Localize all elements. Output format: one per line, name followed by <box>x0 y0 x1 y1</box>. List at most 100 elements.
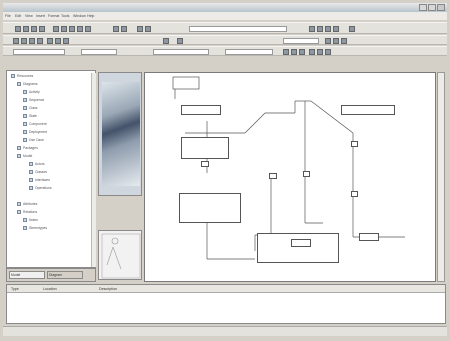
column-description[interactable]: Description <box>99 287 117 293</box>
print-icon[interactable] <box>39 26 45 32</box>
diagram-node[interactable] <box>359 233 379 241</box>
filter-icon[interactable] <box>137 26 143 32</box>
grid-icon[interactable] <box>177 38 183 44</box>
project-select[interactable] <box>13 49 65 55</box>
canvas-vertical-scrollbar[interactable] <box>437 72 445 282</box>
class-tool-icon[interactable] <box>21 38 27 44</box>
diagram-icon <box>23 106 27 110</box>
table-row[interactable] <box>9 305 445 312</box>
settings-icon[interactable] <box>349 26 355 32</box>
select-tool-icon[interactable] <box>13 38 19 44</box>
fill-icon[interactable] <box>317 49 323 55</box>
folder-icon <box>17 154 21 158</box>
diagram-node[interactable] <box>181 105 221 115</box>
zoom-select[interactable] <box>283 38 319 44</box>
tree-scrollbar[interactable] <box>91 73 96 267</box>
refresh-icon[interactable] <box>325 26 331 32</box>
relation-icon <box>23 218 27 222</box>
menu-format[interactable]: Format <box>48 14 59 18</box>
element-select[interactable] <box>225 49 273 55</box>
class-icon <box>29 178 33 182</box>
diagram-icon <box>23 130 27 134</box>
save-icon[interactable] <box>31 26 37 32</box>
menu-insert[interactable]: Insert <box>36 14 45 18</box>
minimize-icon[interactable] <box>419 4 427 11</box>
menu-bar: File Edit View Insert Format Tools Windo… <box>3 12 447 20</box>
zoom-100-icon[interactable] <box>341 38 347 44</box>
association-tool-icon[interactable] <box>29 38 35 44</box>
diagram-node[interactable] <box>257 233 339 263</box>
tab-diagram[interactable]: Diagram <box>47 271 83 279</box>
new-icon[interactable] <box>15 26 21 32</box>
folder-icon <box>11 74 15 78</box>
diagram-node[interactable] <box>341 105 395 115</box>
navigate-forward-icon[interactable] <box>317 26 323 32</box>
zoom-out-icon[interactable] <box>121 26 127 32</box>
preview-image <box>102 82 140 186</box>
title-bar <box>3 3 447 12</box>
menu-file[interactable]: File <box>5 14 11 18</box>
open-icon[interactable] <box>23 26 29 32</box>
table-header: Type Location Description <box>7 285 445 293</box>
cut-icon[interactable] <box>69 26 75 32</box>
diagram-icon <box>23 98 27 102</box>
underline-icon[interactable] <box>299 49 305 55</box>
align-center-icon[interactable] <box>55 38 61 44</box>
paste-icon[interactable] <box>85 26 91 32</box>
diagram-port[interactable] <box>351 141 358 147</box>
find-icon[interactable] <box>145 26 151 32</box>
status-bar <box>3 326 447 336</box>
diagram-port[interactable] <box>269 173 277 179</box>
close-icon[interactable] <box>437 4 445 11</box>
diagram-icon <box>23 114 27 118</box>
diagram-icon <box>23 90 27 94</box>
diagram-select[interactable] <box>153 49 209 55</box>
menu-help[interactable]: Help <box>87 14 94 18</box>
diagram-port[interactable] <box>351 191 358 197</box>
model-tree[interactable]: Resources Diagrams Activity Sequence Cla… <box>6 70 96 268</box>
folder-icon <box>17 82 21 86</box>
undo-icon[interactable] <box>53 26 59 32</box>
main-toolbar <box>3 22 447 34</box>
diagram-node[interactable] <box>181 137 229 159</box>
fit-width-icon[interactable] <box>333 38 339 44</box>
copy-icon[interactable] <box>77 26 83 32</box>
results-table: Type Location Description <box>6 284 446 324</box>
redo-icon[interactable] <box>61 26 67 32</box>
fit-page-icon[interactable] <box>325 38 331 44</box>
home-icon[interactable] <box>333 26 339 32</box>
color-icon[interactable] <box>309 49 315 55</box>
bold-icon[interactable] <box>283 49 289 55</box>
diagram-port[interactable] <box>303 171 310 177</box>
menu-window[interactable]: Window <box>73 14 86 18</box>
menu-tools[interactable]: Tools <box>61 14 69 18</box>
tab-model[interactable]: Model <box>9 271 45 279</box>
zoom-in-icon[interactable] <box>113 26 119 32</box>
menu-view[interactable]: View <box>25 14 33 18</box>
diagram-node[interactable] <box>291 239 311 247</box>
maximize-icon[interactable] <box>428 4 436 11</box>
diagram-node[interactable] <box>179 193 241 223</box>
line-icon[interactable] <box>325 49 331 55</box>
view-select[interactable] <box>81 49 117 55</box>
format-toolbar <box>3 46 447 56</box>
relation-icon <box>23 226 27 230</box>
column-type[interactable]: Type <box>11 287 19 293</box>
secondary-toolbar <box>3 35 447 45</box>
left-panel-tabs: Model Diagram <box>6 268 96 282</box>
class-icon <box>29 186 33 190</box>
align-right-icon[interactable] <box>63 38 69 44</box>
diagram-port[interactable] <box>201 161 209 167</box>
table-row[interactable] <box>9 296 445 303</box>
note-tool-icon[interactable] <box>37 38 43 44</box>
class-icon <box>29 162 33 166</box>
column-location[interactable]: Location <box>43 287 57 293</box>
overview-panel <box>98 230 142 280</box>
menu-edit[interactable]: Edit <box>15 14 21 18</box>
navigate-back-icon[interactable] <box>309 26 315 32</box>
search-input[interactable] <box>189 26 287 32</box>
layout-icon[interactable] <box>163 38 169 44</box>
italic-icon[interactable] <box>291 49 297 55</box>
diagram-canvas[interactable] <box>144 72 436 282</box>
align-left-icon[interactable] <box>47 38 53 44</box>
